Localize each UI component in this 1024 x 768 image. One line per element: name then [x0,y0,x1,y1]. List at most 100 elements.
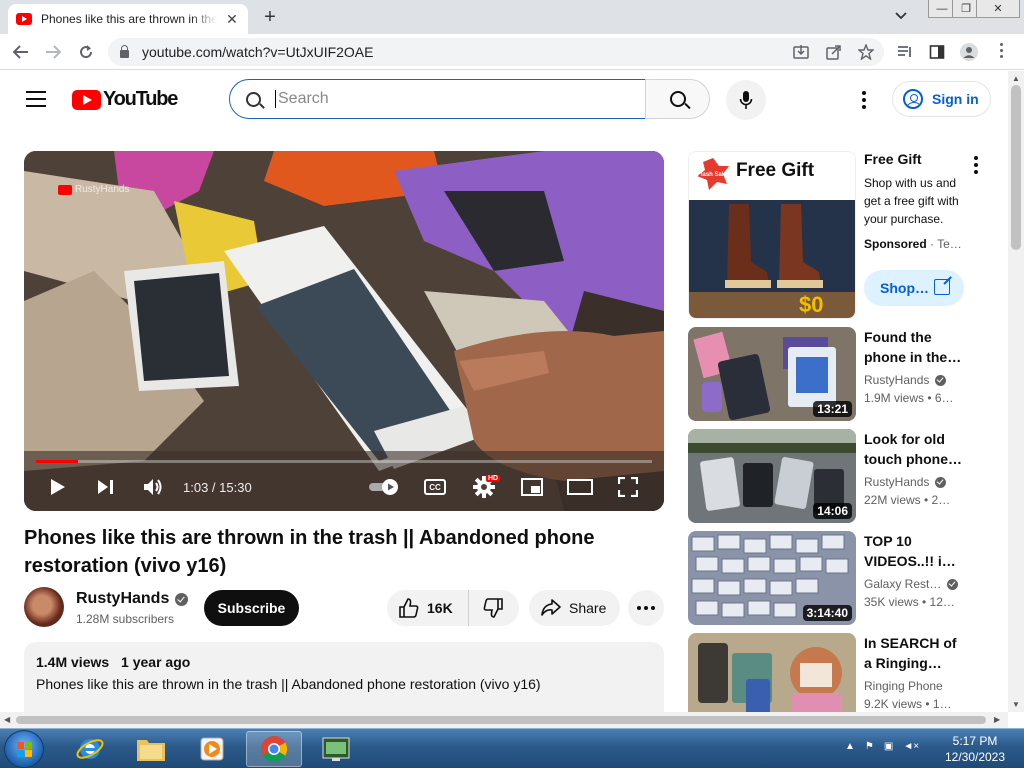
share-page-icon[interactable] [825,43,843,61]
scroll-left-arrow-icon[interactable]: ◀ [4,715,10,724]
internet-explorer-icon [76,739,104,759]
like-dislike-group: 16K [387,590,519,626]
watermark-text: RustyHands [75,184,130,195]
theater-mode-button[interactable] [566,475,594,499]
autoplay-toggle[interactable] [368,475,402,499]
scroll-down-arrow-icon[interactable]: ▼ [1012,700,1020,709]
ad-title: Free Gift [864,151,922,167]
forward-button[interactable] [42,41,64,63]
sidebar-video[interactable]: In SEARCH of a Ringing Phon… Ringing Pho… [688,633,998,712]
voice-search-button[interactable] [726,80,766,120]
ad-shop-button[interactable]: Shop… [864,270,964,306]
ad-advertiser: · Te… [926,237,962,251]
folder-icon [137,740,165,761]
guide-menu-icon[interactable] [26,91,46,107]
ad-description: Shop with us and get a free gift with yo… [864,176,959,226]
taskbar-clock[interactable]: 5:17 PM 12/30/2023 [936,733,1014,765]
channel-avatar[interactable] [24,587,64,627]
taskbar-app-window[interactable] [308,731,364,767]
sidebar-video[interactable]: 3:14:40 TOP 10 VIDEOS..!! i… Galaxy Rest… [688,531,998,625]
description-box[interactable]: 1.4M views 1 year ago Phones like this a… [24,642,664,712]
channel-name-link[interactable]: RustyHands [76,590,189,608]
browser-tab[interactable]: Phones like this are thrown in the trash… [8,4,248,34]
microphone-icon [739,91,753,109]
sidebar-thumbnail[interactable]: 13:21 [688,327,856,421]
taskbar-chrome[interactable] [246,731,302,767]
address-bar[interactable]: youtube.com/watch?v=UtJxUIF2OAE [108,38,884,66]
install-app-icon[interactable] [792,43,810,61]
volume-button[interactable] [140,475,166,499]
subscribe-button[interactable]: Subscribe [204,590,299,626]
player-controls: 1:03 / 15:30 CC HD [24,471,664,503]
tab-close-icon[interactable]: ✕ [224,11,240,28]
sidebar-video[interactable]: 14:06 Look for old touch phone i… RustyH… [688,429,998,523]
video-duration: 13:21 [813,401,852,417]
verified-badge-icon [935,374,947,386]
action-center-icon[interactable]: ⚑ [865,741,874,752]
scroll-right-arrow-icon[interactable]: ▶ [994,715,1000,724]
ad-thumb-headline: Free Gift [736,160,815,181]
vertical-scroll-thumb[interactable] [1011,85,1021,250]
verified-badge-icon [947,578,959,590]
tab-search-chevron-icon[interactable] [895,7,907,23]
reading-list-icon[interactable] [896,43,914,61]
network-icon[interactable]: ▣ [884,741,893,752]
scroll-up-arrow-icon[interactable]: ▲ [1012,74,1020,83]
hd-badge: HD [486,475,501,482]
profile-icon[interactable] [960,43,978,61]
back-button[interactable] [10,41,32,63]
autoplay-toggle-icon [369,479,398,495]
video-duration: 3:14:40 [802,605,852,621]
taskbar-media-player[interactable] [184,731,240,767]
ad-menu-icon[interactable] [974,156,978,177]
start-button[interactable] [4,730,44,768]
sidebar-video[interactable]: 13:21 Found the phone in the… RustyHands… [688,327,998,421]
sidebar-channel: RustyHands [864,373,947,387]
window-close-button[interactable]: ✕ [976,0,1020,18]
taskbar-file-explorer[interactable] [123,731,179,767]
bookmark-star-icon[interactable] [857,43,875,61]
sidebar-video-title: TOP 10 VIDEOS..!! i… [864,533,956,569]
dislike-button[interactable] [469,590,517,626]
settings-button[interactable]: HD [472,475,501,499]
progress-bar[interactable] [36,460,652,463]
video-title: Phones like this are thrown in the trash… [24,527,595,577]
play-button[interactable] [46,475,70,499]
fullscreen-button[interactable] [616,475,640,499]
reload-button[interactable] [75,41,97,63]
sidebar-thumbnail[interactable]: 3:14:40 [688,531,856,625]
search-input[interactable] [275,90,615,108]
sidebar-ad[interactable]: Flash Sale Free Gift $0 Free Gift Shop w… [688,151,998,319]
like-button[interactable]: 16K [387,590,469,626]
subtitles-button[interactable]: CC [424,475,446,499]
horizontal-scrollbar[interactable]: ◀ ▶ [0,712,1008,728]
sidebar-thumbnail[interactable]: 14:06 [688,429,856,523]
miniplayer-button[interactable] [520,475,544,499]
application-window-icon [322,737,350,761]
show-hidden-icons-icon[interactable]: ▲ [845,741,855,752]
share-button[interactable]: Share [529,590,620,626]
vertical-scrollbar[interactable]: ▲ ▼ [1008,71,1024,712]
horizontal-scroll-thumb[interactable] [16,716,986,724]
youtube-logo[interactable]: YouTube [72,88,178,111]
sidebar-channel-name: RustyHands [864,373,930,387]
sidebar-channel-name: Galaxy Rest… [864,577,942,591]
taskbar-internet-explorer[interactable] [62,731,118,767]
settings-menu-icon[interactable] [862,91,866,112]
sign-in-button[interactable]: Sign in [892,81,991,117]
next-button[interactable] [94,475,118,499]
youtube-page: YouTube Sign in [0,71,1008,712]
new-tab-button[interactable]: + [258,6,282,29]
browser-menu-icon[interactable] [993,43,1011,61]
search-box[interactable] [229,79,646,119]
volume-muted-icon[interactable]: ◄× [903,741,919,752]
side-panel-icon[interactable] [928,43,946,61]
video-player[interactable]: RustyHands 1:03 / 15:30 CC HD [24,151,664,511]
view-count: 1.4M views [36,654,110,670]
ad-thumbnail[interactable]: Flash Sale Free Gift $0 [688,151,856,319]
sign-in-label: Sign in [932,91,979,107]
sidebar-thumbnail[interactable] [688,633,856,712]
search-button[interactable] [645,79,710,119]
more-actions-button[interactable] [628,590,664,626]
theater-mode-icon [567,479,593,495]
